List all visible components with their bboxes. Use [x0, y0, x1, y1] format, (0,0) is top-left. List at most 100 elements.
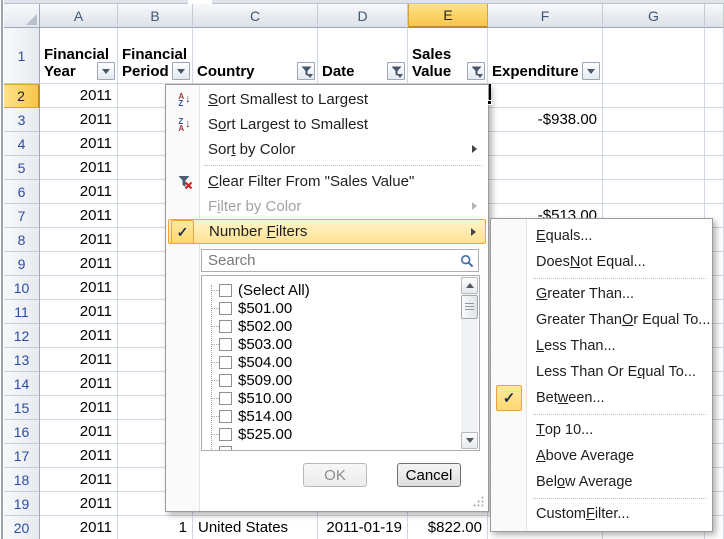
- cell-E20[interactable]: $822.00: [408, 516, 488, 539]
- cell-F6[interactable]: [488, 180, 603, 204]
- ok-button[interactable]: OK: [303, 463, 367, 487]
- column-header-a[interactable]: A: [40, 4, 118, 28]
- cell-H4[interactable]: [705, 132, 724, 156]
- column-header-partial[interactable]: [705, 4, 724, 28]
- row-header-2[interactable]: 2: [4, 84, 40, 108]
- filter-applied-button-d[interactable]: [387, 62, 405, 80]
- value-checkbox[interactable]: [219, 338, 232, 351]
- scroll-thumb[interactable]: [461, 295, 478, 319]
- value-checkbox[interactable]: [219, 356, 232, 369]
- cell-A6[interactable]: 2011: [40, 180, 118, 204]
- filter-dropdown-button-a[interactable]: [97, 62, 115, 80]
- submenu-item-less-than[interactable]: Less Than...: [492, 333, 711, 359]
- column-header-c[interactable]: C: [193, 4, 318, 28]
- cell-F3[interactable]: -$938.00: [488, 108, 603, 132]
- list-item-510-00[interactable]: $510.00: [202, 389, 461, 407]
- list-item-509-00[interactable]: $509.00: [202, 371, 461, 389]
- submenu-item-below-average[interactable]: Below Average: [492, 469, 711, 495]
- cell-A12[interactable]: 2011: [40, 324, 118, 348]
- cell-A17[interactable]: 2011: [40, 444, 118, 468]
- row-header-11[interactable]: 11: [4, 300, 40, 324]
- cell-A18[interactable]: 2011: [40, 468, 118, 492]
- column-header-g[interactable]: G: [603, 4, 705, 28]
- menu-item-sort-largest-to-smallest[interactable]: ZA↓Sort Largest to Smallest: [168, 112, 486, 137]
- cell-A11[interactable]: 2011: [40, 300, 118, 324]
- filter-dropdown-button-f[interactable]: [582, 62, 600, 80]
- cell-A5[interactable]: 2011: [40, 156, 118, 180]
- cell-C20[interactable]: United States: [193, 516, 318, 539]
- value-checkbox[interactable]: [219, 374, 232, 387]
- menu-item-number-filters[interactable]: ✓Number Filters: [168, 219, 486, 244]
- row-header-14[interactable]: 14: [4, 372, 40, 396]
- cell-H5[interactable]: [705, 156, 724, 180]
- cell-A16[interactable]: 2011: [40, 420, 118, 444]
- submenu-item-between[interactable]: ✓Between...: [492, 385, 711, 411]
- cell-H2[interactable]: [705, 84, 724, 108]
- column-header-f[interactable]: F: [488, 4, 603, 28]
- list-item-504-00[interactable]: $504.00: [202, 353, 461, 371]
- row-header-10[interactable]: 10: [4, 276, 40, 300]
- search-input[interactable]: [202, 251, 456, 270]
- submenu-item-custom-filter[interactable]: Custom Filter...: [492, 501, 711, 527]
- row-header-16[interactable]: 16: [4, 420, 40, 444]
- menu-item-filter-by-color[interactable]: Filter by Color: [168, 194, 486, 219]
- value-checkbox[interactable]: [219, 410, 232, 423]
- cell-H6[interactable]: [705, 180, 724, 204]
- row-header-12[interactable]: 12: [4, 324, 40, 348]
- submenu-item-greater-than-or-equal-to[interactable]: Greater Than Or Equal To...: [492, 307, 711, 333]
- cell-G3[interactable]: [603, 108, 705, 132]
- scroll-down-button[interactable]: [461, 432, 478, 449]
- submenu-item-greater-than[interactable]: Greater Than...: [492, 281, 711, 307]
- row-header-15[interactable]: 15: [4, 396, 40, 420]
- submenu-item-does-not-equal[interactable]: Does Not Equal...: [492, 249, 711, 275]
- cell-A20[interactable]: 2011: [40, 516, 118, 539]
- value-checkbox[interactable]: [219, 302, 232, 315]
- list-item-525-00[interactable]: $525.00: [202, 425, 461, 443]
- cell-A14[interactable]: 2011: [40, 372, 118, 396]
- cell-A15[interactable]: 2011: [40, 396, 118, 420]
- list-item-select-all[interactable]: (Select All): [202, 281, 461, 299]
- row-header-1[interactable]: 1: [4, 28, 40, 84]
- cell-D20[interactable]: 2011-01-19: [318, 516, 408, 539]
- submenu-item-less-than-or-equal-to[interactable]: Less Than Or Equal To...: [492, 359, 711, 385]
- row-header-6[interactable]: 6: [4, 180, 40, 204]
- row-header-19[interactable]: 19: [4, 492, 40, 516]
- cell-A10[interactable]: 2011: [40, 276, 118, 300]
- header-cell-g1[interactable]: [603, 28, 705, 84]
- row-header-9[interactable]: 9: [4, 252, 40, 276]
- row-header-17[interactable]: 17: [4, 444, 40, 468]
- cell-B20[interactable]: 1: [118, 516, 193, 539]
- filter-dropdown-button-b[interactable]: [172, 62, 190, 80]
- cell-A7[interactable]: 2011: [40, 204, 118, 228]
- filter-applied-button-e[interactable]: [467, 62, 485, 80]
- row-header-20[interactable]: 20: [4, 516, 40, 539]
- cell-F2[interactable]: [488, 84, 603, 108]
- list-item-514-00[interactable]: $514.00: [202, 407, 461, 425]
- cell-A3[interactable]: 2011: [40, 108, 118, 132]
- header-cell-a1[interactable]: FinancialYear: [40, 28, 118, 84]
- row-header-8[interactable]: 8: [4, 228, 40, 252]
- column-header-b[interactable]: B: [118, 4, 193, 28]
- row-header-7[interactable]: 7: [4, 204, 40, 228]
- header-cell-partial1[interactable]: [705, 28, 724, 84]
- header-cell-e1[interactable]: SalesValue: [408, 28, 488, 84]
- list-item-partial[interactable]: [202, 443, 461, 451]
- submenu-item-top-10[interactable]: Top 10...: [492, 417, 711, 443]
- submenu-item-equals[interactable]: Equals...: [492, 223, 711, 249]
- cell-A13[interactable]: 2011: [40, 348, 118, 372]
- filter-applied-button-c[interactable]: [297, 62, 315, 80]
- header-cell-d1[interactable]: Date: [318, 28, 408, 84]
- resize-grip[interactable]: [472, 495, 485, 508]
- scroll-up-button[interactable]: [461, 277, 478, 294]
- value-checkbox[interactable]: [219, 428, 232, 441]
- list-item-501-00[interactable]: $501.00: [202, 299, 461, 317]
- menu-item-clear-filter-from-sales-value[interactable]: Clear Filter From "Sales Value": [168, 169, 486, 194]
- submenu-item-above-average[interactable]: Above Average: [492, 443, 711, 469]
- cell-A9[interactable]: 2011: [40, 252, 118, 276]
- row-header-18[interactable]: 18: [4, 468, 40, 492]
- list-item-503-00[interactable]: $503.00: [202, 335, 461, 353]
- cell-G5[interactable]: [603, 156, 705, 180]
- row-header-3[interactable]: 3: [4, 108, 40, 132]
- cell-F4[interactable]: [488, 132, 603, 156]
- cancel-button[interactable]: Cancel: [397, 463, 461, 487]
